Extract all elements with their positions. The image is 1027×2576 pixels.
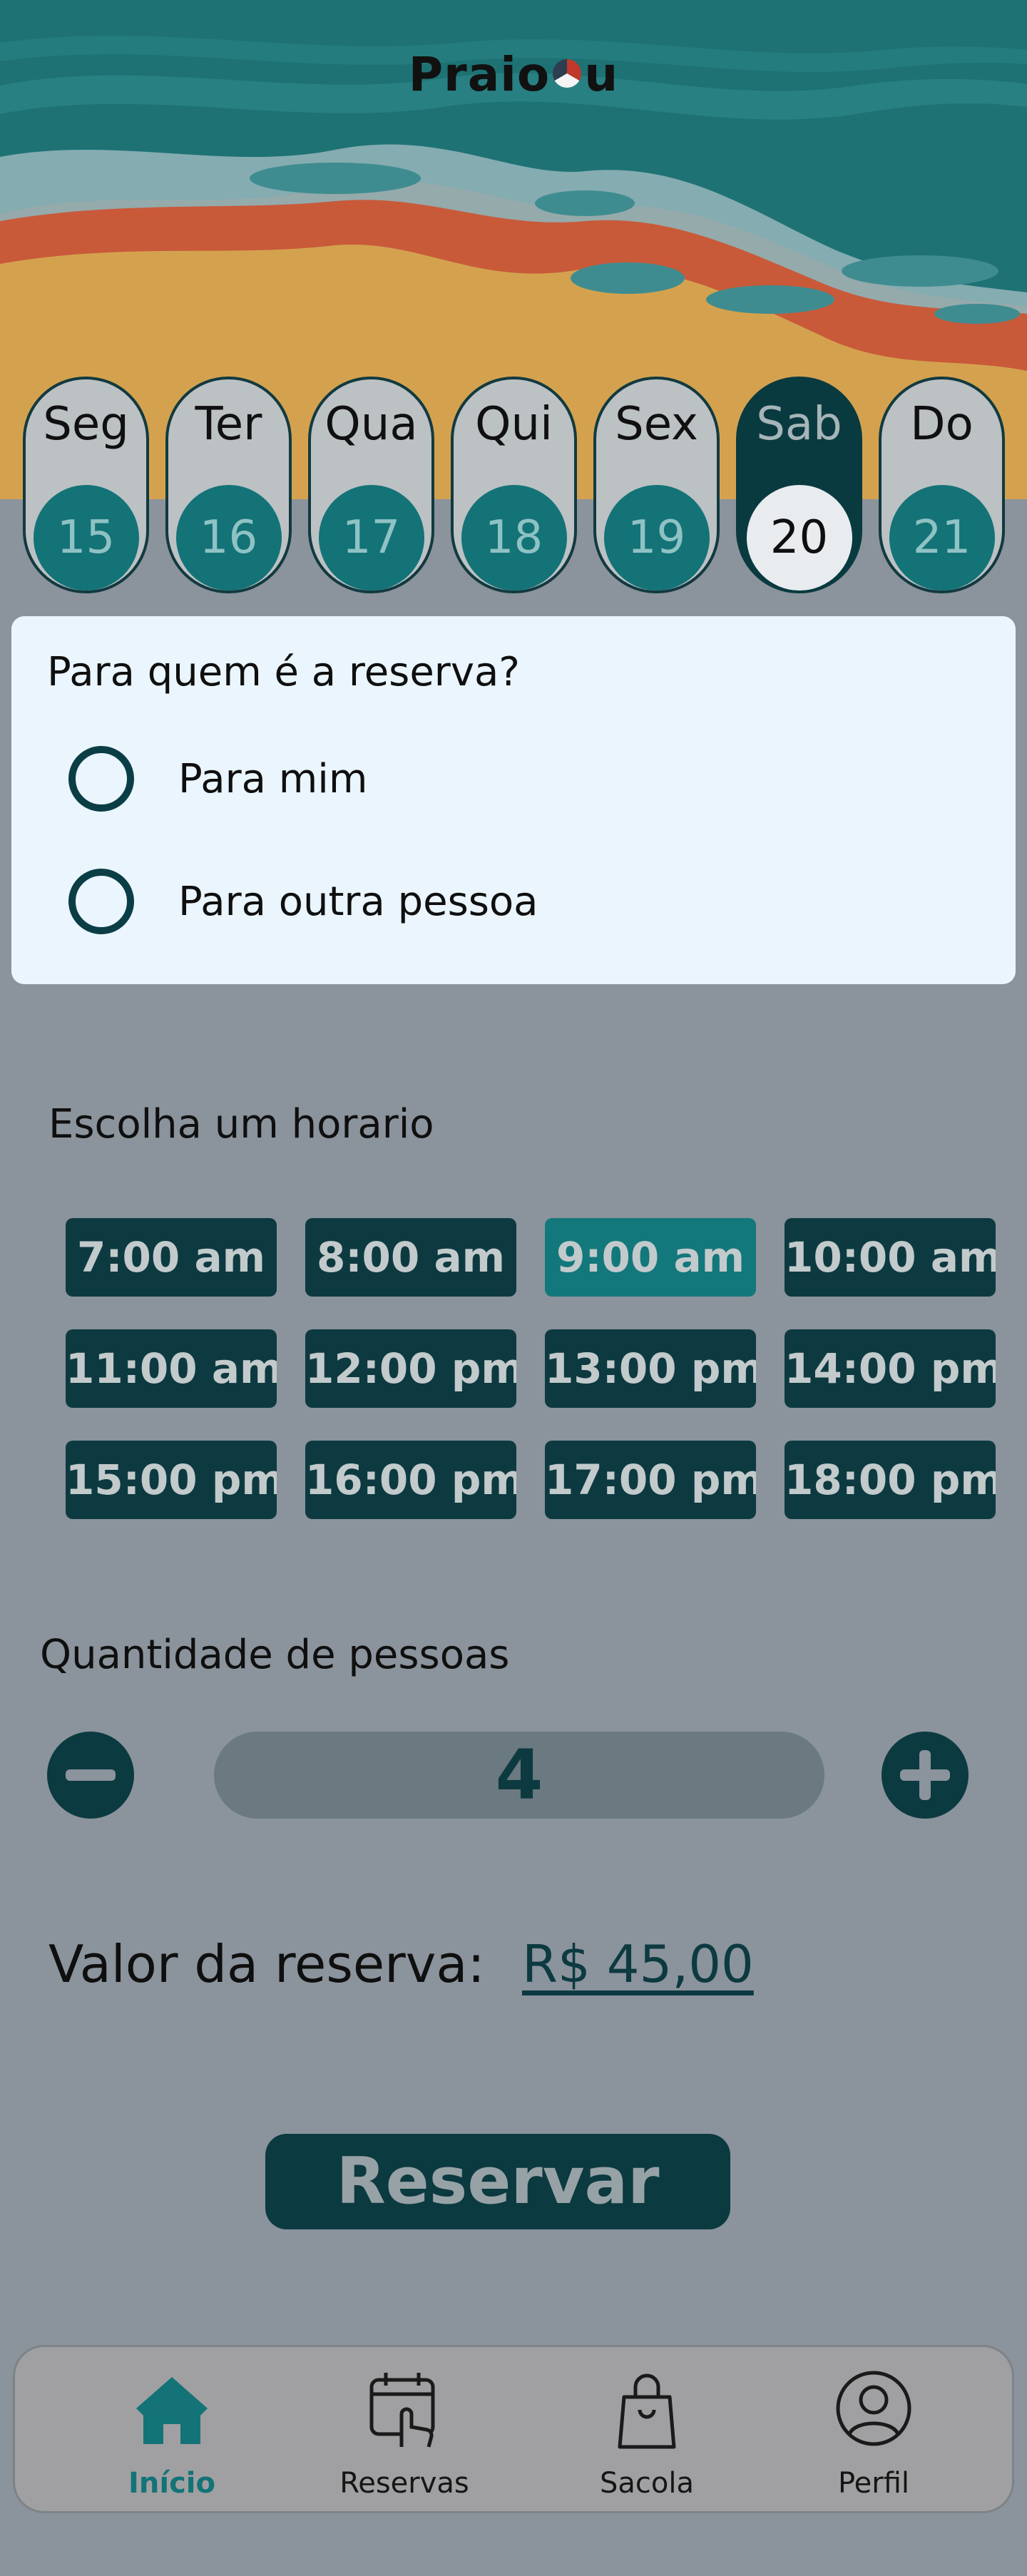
time-slot[interactable]: 10:00 am — [785, 1218, 996, 1297]
day-name: Ter — [195, 398, 262, 451]
radio-label: Para mim — [178, 756, 368, 802]
logo-text-left: Praio — [408, 47, 551, 102]
nav-label: Reservas — [339, 2467, 469, 2500]
bottom-navigation: Início Reservas Sacola Perfil — [13, 2345, 1014, 2513]
reservation-target-title: Para quem é a reserva? — [47, 649, 521, 695]
radio-button[interactable] — [68, 869, 134, 934]
calendar-touch-icon — [369, 2373, 435, 2448]
radio-option-for-me[interactable]: Para mim — [54, 739, 910, 812]
day-pill[interactable]: Qui 18 — [451, 377, 577, 593]
time-slot[interactable]: 18:00 pm — [785, 1441, 996, 1519]
day-pill-selected[interactable]: Sab 20 — [736, 377, 862, 593]
bag-icon — [618, 2373, 676, 2449]
time-slot[interactable]: 17:00 pm — [545, 1441, 756, 1519]
app-logo: Praio u — [0, 47, 1027, 102]
nav-item-inicio[interactable]: Início — [79, 2347, 265, 2515]
time-slot[interactable]: 11:00 am — [66, 1329, 277, 1408]
radio-option-for-other[interactable]: Para outra pessoa — [54, 862, 910, 934]
time-slot[interactable]: 15:00 pm — [66, 1441, 277, 1519]
nav-item-sacola[interactable]: Sacola — [554, 2347, 740, 2515]
day-name: Do — [910, 398, 974, 451]
increase-button[interactable] — [882, 1732, 969, 1819]
time-section-title: Escolha um horario — [48, 1101, 434, 1148]
beach-ball-icon — [553, 58, 582, 88]
price-label: Valor da reserva: — [48, 1934, 485, 1994]
day-name: Sab — [756, 398, 842, 451]
time-slot[interactable]: 14:00 pm — [785, 1329, 996, 1408]
day-name: Sex — [615, 398, 698, 451]
reserve-button[interactable]: Reservar — [265, 2134, 730, 2229]
day-pill[interactable]: Seg 15 — [23, 377, 149, 593]
nav-label: Início — [128, 2467, 215, 2500]
reservation-target-card: Para quem é a reserva? Para mim Para out… — [11, 616, 1016, 984]
day-number: 19 — [603, 485, 710, 591]
nav-label: Sacola — [600, 2467, 694, 2500]
minus-icon — [66, 1769, 116, 1781]
quantity-value: 4 — [214, 1732, 824, 1819]
radio-button[interactable] — [68, 746, 134, 812]
day-name: Qui — [475, 398, 553, 451]
day-name: Seg — [43, 398, 129, 451]
quantity-title: Quantidade de pessoas — [40, 1632, 510, 1678]
price-amount: R$ 45,00 — [522, 1934, 754, 1994]
radio-label: Para outra pessoa — [178, 879, 538, 925]
nav-label: Perfil — [837, 2467, 910, 2500]
day-number: 15 — [33, 485, 139, 591]
home-icon — [136, 2377, 208, 2444]
time-slot[interactable]: 7:00 am — [66, 1218, 277, 1297]
decrease-button[interactable] — [47, 1732, 134, 1819]
day-number: 20 — [746, 485, 852, 591]
day-number: 16 — [175, 485, 282, 591]
day-pill[interactable]: Ter 16 — [165, 377, 292, 593]
day-name: Qua — [325, 398, 418, 451]
time-slot[interactable]: 13:00 pm — [545, 1329, 756, 1408]
nav-item-perfil[interactable]: Perfil — [781, 2347, 966, 2515]
day-pill[interactable]: Sex 19 — [593, 377, 720, 593]
profile-icon — [836, 2371, 911, 2446]
day-number: 18 — [461, 485, 567, 591]
day-number: 21 — [889, 485, 995, 591]
day-pill[interactable]: Do 21 — [879, 377, 1005, 593]
nav-item-reservas[interactable]: Reservas — [312, 2347, 497, 2515]
time-slot[interactable]: 12:00 pm — [305, 1329, 516, 1408]
time-slot[interactable]: 16:00 pm — [305, 1441, 516, 1519]
day-pill[interactable]: Qua 17 — [308, 377, 434, 593]
time-slot[interactable]: 8:00 am — [305, 1218, 516, 1297]
day-number: 17 — [318, 485, 424, 591]
logo-text-right: u — [584, 47, 619, 102]
time-slot-selected[interactable]: 9:00 am — [545, 1218, 756, 1297]
